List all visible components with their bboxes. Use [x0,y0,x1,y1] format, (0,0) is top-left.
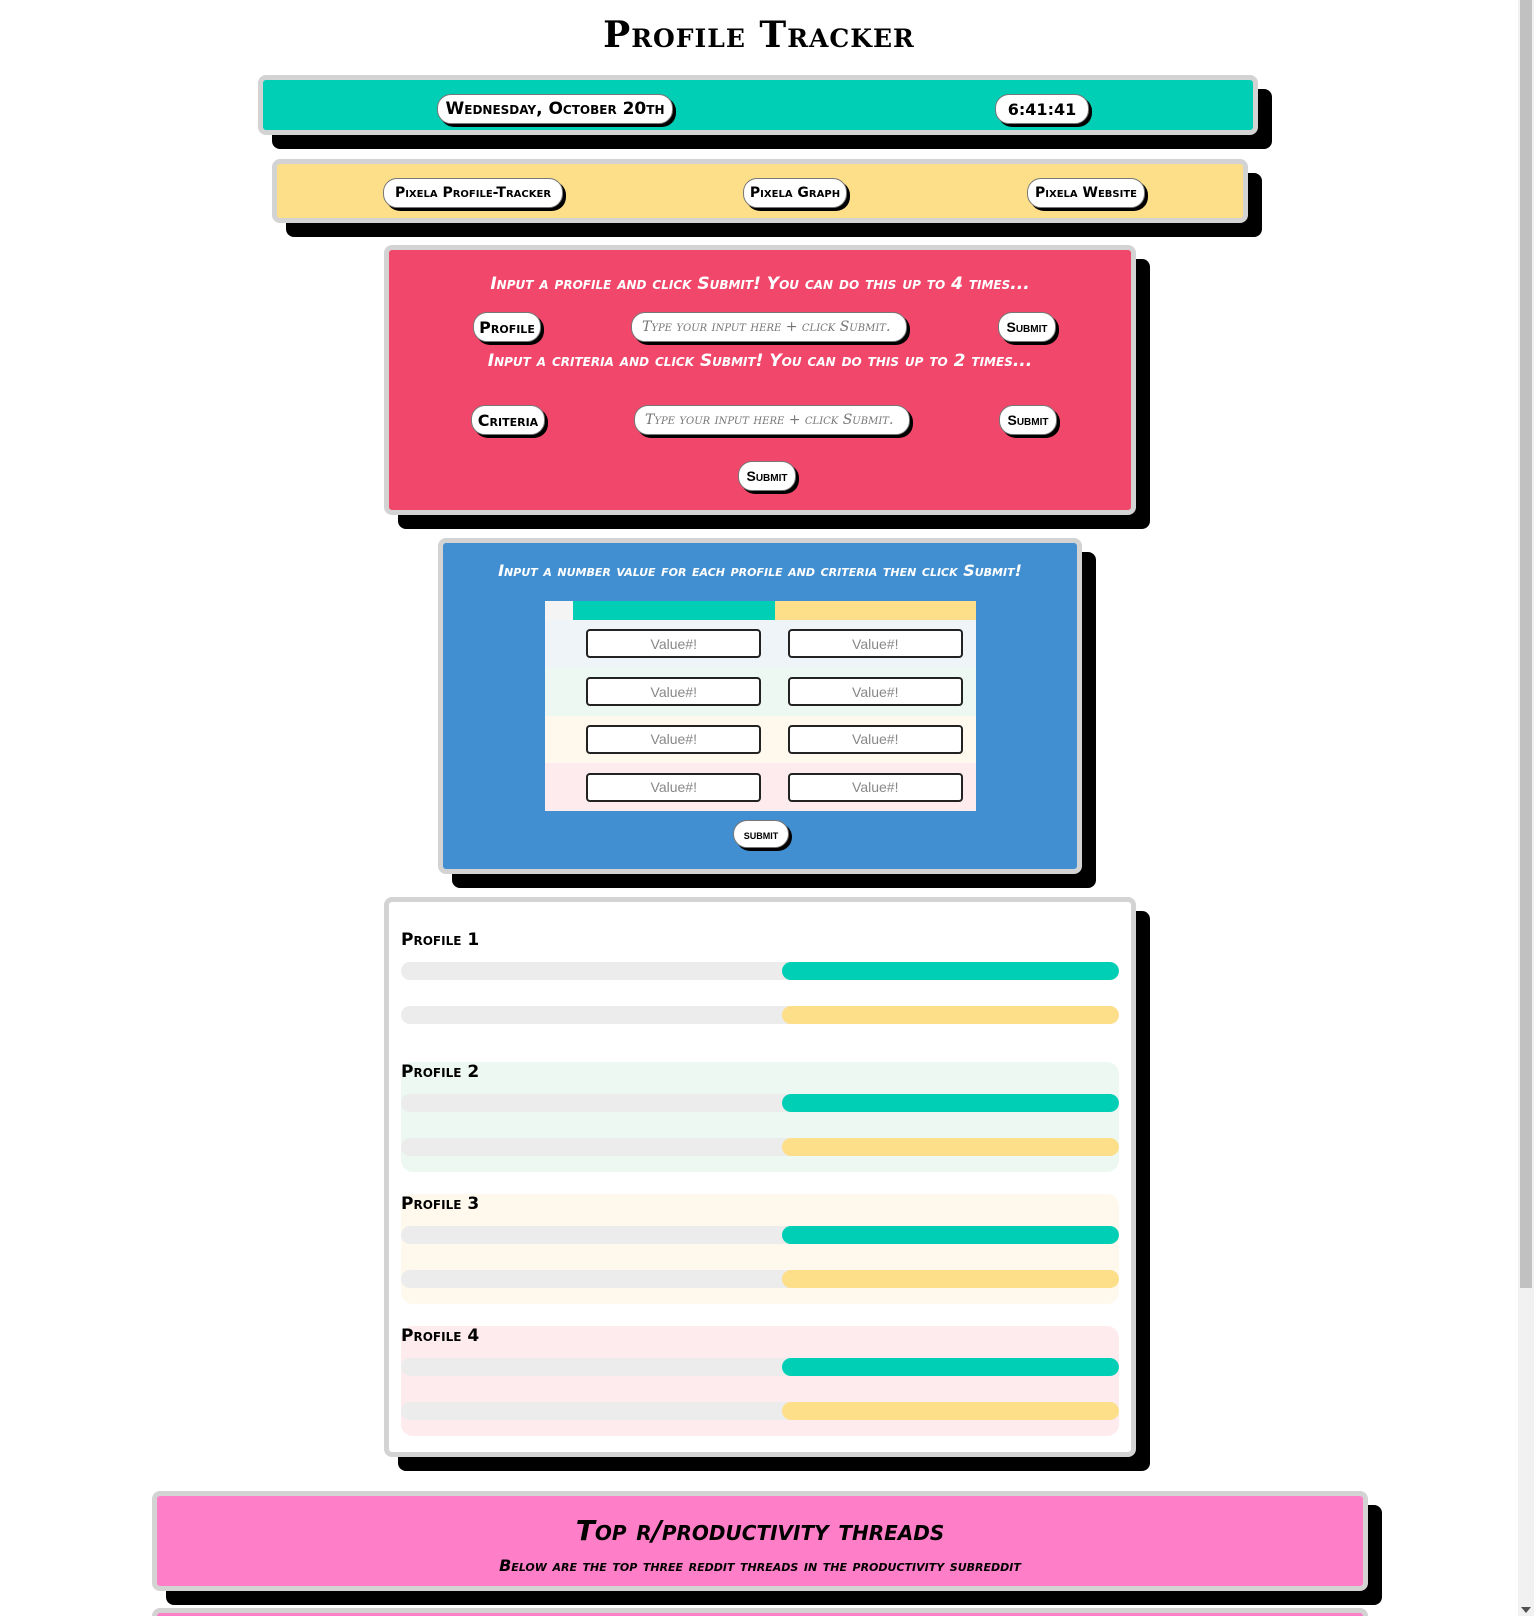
value-input[interactable] [787,677,963,707]
table-cell [573,763,775,811]
progress-bar-fill [781,1358,1119,1376]
progress-bar [401,962,1119,980]
value-table [545,601,976,811]
value-input-card: Input a number value for each profile an… [438,538,1082,874]
row-header [545,667,573,716]
table-cell [774,667,976,716]
profile-criteria-input-card: Input a profile and click Submit! You ca… [384,245,1136,515]
next-card-edge [152,1608,1368,1616]
profile-name: Profile 1 [401,930,480,950]
progress-bar-fill [781,1006,1119,1024]
progress-bar [401,1270,1119,1288]
page-title: Profile Tracker [603,14,915,56]
progress-bar-fill [781,1402,1119,1420]
profile-block: Profile 1 [401,930,1119,1040]
pixela-graph-link[interactable]: Pixela Graph [743,178,847,208]
profile-input[interactable] [631,312,907,342]
value-table-header [545,601,976,620]
table-cell [573,620,775,668]
reddit-threads-card: Top r/productivity threads Below are the… [152,1491,1368,1591]
scrollbar[interactable] [1518,0,1534,1616]
profile-bars-card: Profile 1 Profile 2 Profile 3 Profile 4 [384,897,1136,1457]
progress-bar-fill [781,1270,1119,1288]
row-header [545,763,573,811]
links-bar: Pixela Profile-Tracker Pixela Graph Pixe… [272,159,1248,223]
progress-bar [401,1358,1119,1376]
value-input[interactable] [787,772,963,802]
progress-bar-fill [781,1094,1119,1112]
table-row [545,620,976,668]
progress-bar [401,1094,1119,1112]
criteria-instruction: Input a criteria and click Submit! You c… [487,351,1033,371]
criteria-1-header [573,601,775,620]
profile-block: Profile 4 [401,1326,1119,1436]
criteria-2-header [774,601,976,620]
value-input[interactable] [787,629,963,659]
table-cell [774,620,976,668]
value-submit-button[interactable]: submit [733,820,789,848]
value-instruction: Input a number value for each profile an… [498,561,1022,580]
table-cell [774,715,976,764]
profile-submit-button[interactable]: Submit [998,312,1056,342]
table-row [545,763,976,811]
reddit-section-subtitle: Below are the top three reddit threads i… [499,1556,1021,1575]
progress-bar [401,1138,1119,1156]
progress-bar [401,1402,1119,1420]
table-cell [573,715,775,764]
table-cell [774,763,976,811]
pixela-website-link[interactable]: Pixela Website [1027,178,1145,208]
row-header [545,715,573,764]
date-bar: Wednesday, October 20th 6:41:41 [258,75,1258,135]
profile-block: Profile 2 [401,1062,1119,1172]
value-input[interactable] [586,724,762,754]
table-corner [545,601,573,620]
reddit-section-title: Top r/productivity threads [575,1514,945,1547]
profile-block: Profile 3 [401,1194,1119,1304]
profile-instruction: Input a profile and click Submit! You ca… [490,274,1030,294]
progress-bar-fill [781,1138,1119,1156]
row-header [545,620,573,668]
criteria-input[interactable] [634,405,910,435]
date-display: Wednesday, October 20th [437,94,673,124]
progress-bar-fill [781,962,1119,980]
value-input[interactable] [586,772,762,802]
criteria-label: Criteria [471,405,545,435]
table-row [545,715,976,764]
profile-label: Profile [473,312,541,342]
profile-name: Profile 2 [401,1062,480,1082]
clock-display: 6:41:41 [995,94,1089,124]
pixela-profile-tracker-link[interactable]: Pixela Profile-Tracker [383,178,563,208]
progress-bar-fill [781,1226,1119,1244]
progress-bar [401,1006,1119,1024]
profile-name: Profile 3 [401,1194,480,1214]
submit-button[interactable]: Submit [738,461,796,491]
scroll-down-arrow-icon[interactable] [1521,1607,1531,1613]
profile-name: Profile 4 [401,1326,480,1346]
value-input[interactable] [586,629,762,659]
table-row [545,667,976,716]
value-input[interactable] [787,724,963,754]
value-input[interactable] [586,677,762,707]
table-cell [573,667,775,716]
progress-bar [401,1226,1119,1244]
criteria-submit-button[interactable]: Submit [999,405,1057,435]
scrollbar-thumb[interactable] [1520,0,1532,1288]
